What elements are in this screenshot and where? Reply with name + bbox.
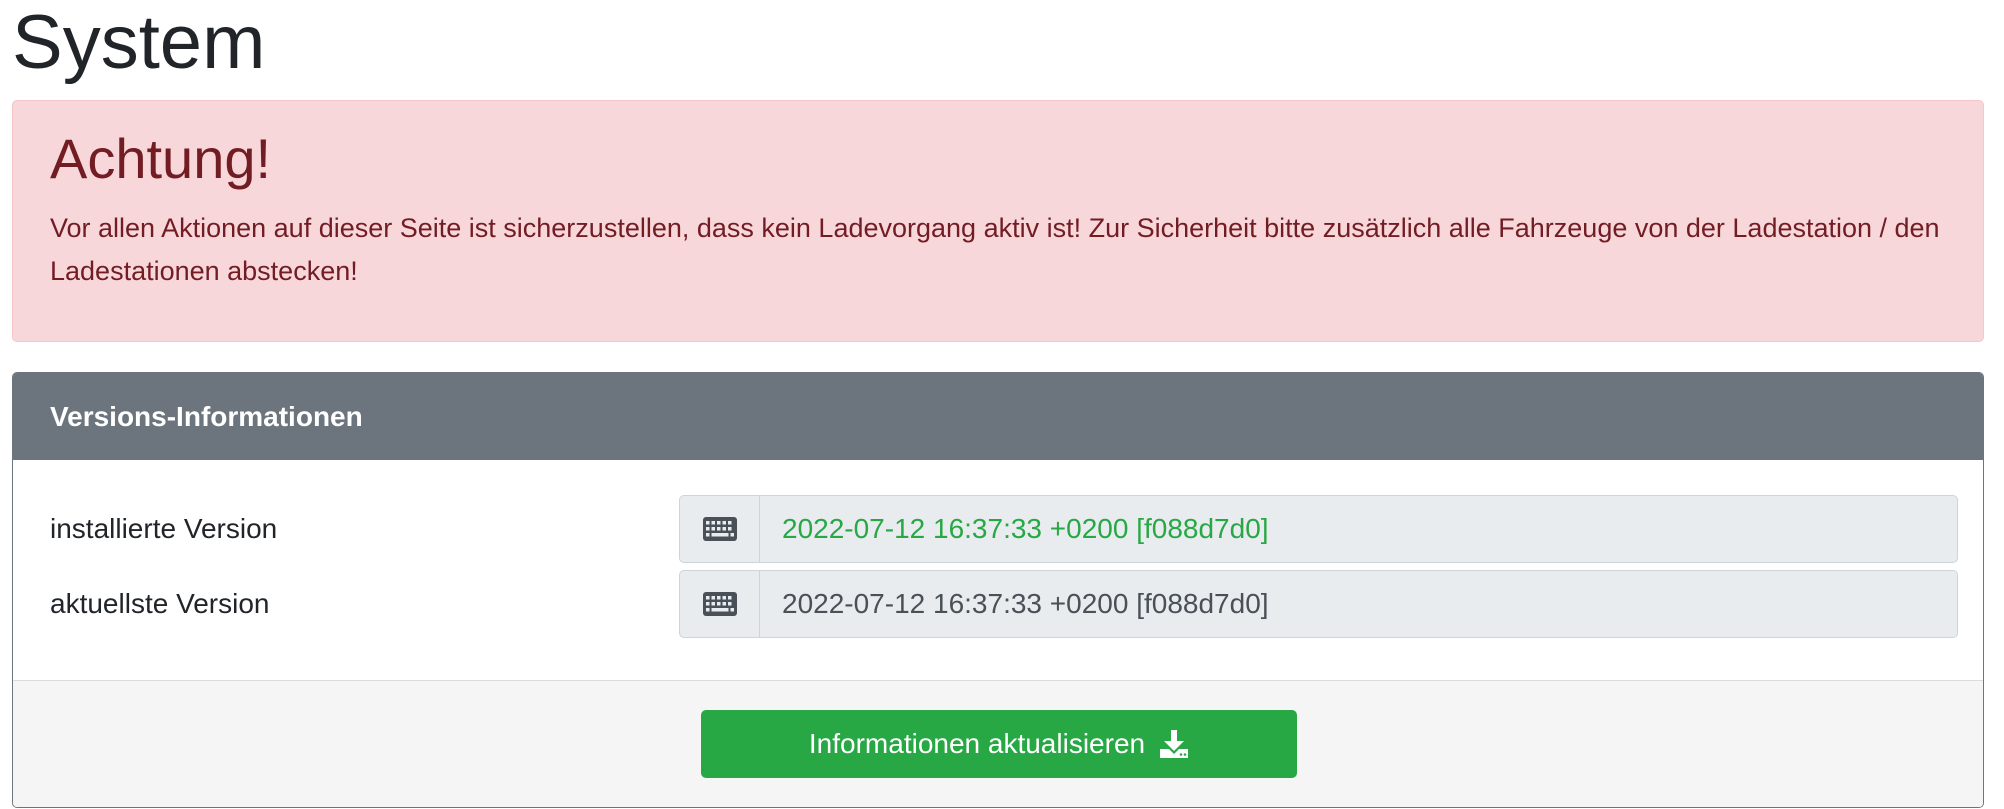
latest-version-row: aktuellste Version 2022-07-12 16:37:33 +… <box>13 570 1983 638</box>
download-icon <box>1159 729 1189 759</box>
alert-heading: Achtung! <box>50 127 272 190</box>
update-info-button[interactable]: Informationen aktualisieren <box>701 710 1297 778</box>
latest-version-field[interactable]: 2022-07-12 16:37:33 +0200 [f088d7d0] <box>679 570 1958 638</box>
keyboard-icon <box>680 496 760 562</box>
latest-version-label: aktuellste Version <box>50 588 270 619</box>
update-info-button-label: Informationen aktualisieren <box>808 728 1146 759</box>
card-header: Versions-Informationen <box>13 373 1983 460</box>
alert-text: Vor allen Aktionen auf dieser Seite ist … <box>50 213 1940 286</box>
installed-version-value[interactable]: 2022-07-12 16:37:33 +0200 [f088d7d0] <box>760 496 1957 562</box>
installed-version-label: installierte Version <box>50 513 278 544</box>
card-body: installierte Version 2022-07-12 16:37:33… <box>13 460 1983 681</box>
system-page: System Achtung! Vor allen Aktionen auf d… <box>0 0 2004 809</box>
page-title: System <box>12 0 266 85</box>
warning-alert: Achtung! Vor allen Aktionen auf dieser S… <box>12 100 1984 342</box>
card-footer: Informationen aktualisieren <box>13 681 1983 807</box>
latest-version-value[interactable]: 2022-07-12 16:37:33 +0200 [f088d7d0] <box>760 571 1957 637</box>
versions-card: Versions-Informationen installierte Vers… <box>12 372 1984 808</box>
installed-version-field[interactable]: 2022-07-12 16:37:33 +0200 [f088d7d0] <box>679 495 1958 563</box>
keyboard-icon <box>680 571 760 637</box>
installed-version-row: installierte Version 2022-07-12 16:37:33… <box>13 495 1983 563</box>
